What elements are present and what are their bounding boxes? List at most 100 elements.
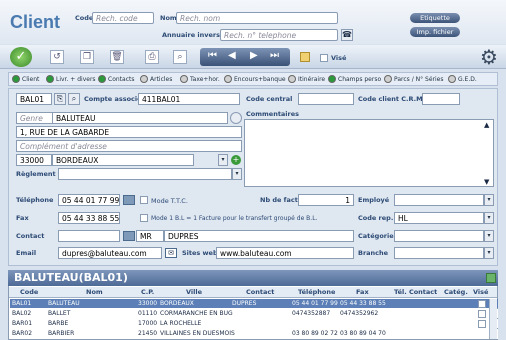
col-contact[interactable]: Contact	[246, 288, 274, 298]
grid-scrollbar[interactable]	[489, 299, 497, 339]
email-field[interactable]: dupres@baluteau.com	[58, 247, 162, 259]
contact-nom-field[interactable]: DUPRES	[164, 230, 354, 242]
table-row[interactable]: BAR02 BARBIER 21450 VILLAINES EN DUESMOI…	[10, 329, 498, 339]
tab-client[interactable]: Client	[12, 73, 39, 85]
folder-icon[interactable]	[300, 52, 310, 62]
branche-dropdown-icon[interactable]: ▾	[484, 247, 494, 259]
window-title: Client	[10, 12, 61, 32]
mode-ttc-checkbox[interactable]	[140, 196, 148, 204]
col-telephone[interactable]: Téléphone	[298, 288, 335, 298]
ville-field[interactable]: BORDEAUX	[52, 154, 194, 166]
last-record-icon[interactable]: ⏭	[270, 50, 279, 61]
results-title: BALUTEAU(BAL01)	[14, 271, 128, 284]
adresse-field[interactable]: 1, RUE DE LA GABARDE	[16, 126, 242, 138]
export-icon[interactable]	[486, 273, 496, 283]
table-row[interactable]: BAR01 BARBE 17000 LA ROCHELLE	[10, 319, 498, 328]
tab-encours-banque[interactable]: Encours+banque	[224, 73, 286, 85]
etiquette-button[interactable]: Etiquette	[410, 13, 460, 23]
ville-dropdown-icon[interactable]: ▾	[218, 154, 228, 166]
code-central-label: Code central	[246, 95, 293, 103]
reglement-dropdown-icon[interactable]: ▾	[232, 168, 242, 180]
table-row[interactable]: BAL01 BALUTEAU 33000 BORDEAUX DUPRES 05 …	[10, 299, 498, 308]
status-dot-icon	[46, 75, 54, 83]
code-rep-field[interactable]: HL	[394, 212, 484, 224]
tab-contacts[interactable]: Contacts	[98, 73, 134, 85]
reglement-label: Règlement	[16, 170, 56, 178]
tab-parcs-series[interactable]: Parcs / N° Séries	[384, 73, 443, 85]
clear-icon[interactable]	[230, 112, 242, 124]
vise-checkbox[interactable]	[320, 54, 328, 62]
reglement-field[interactable]	[58, 168, 232, 180]
fax-label: Fax	[16, 214, 29, 222]
contact-civilite-field[interactable]: MR	[136, 230, 164, 242]
contact-card-icon[interactable]	[123, 231, 135, 241]
print-icon[interactable]: ⎙	[145, 50, 159, 64]
col-categ[interactable]: Catég.	[444, 288, 468, 298]
validate-icon[interactable]: ✓	[10, 47, 32, 67]
employe-dropdown-icon[interactable]: ▾	[484, 194, 494, 206]
next-record-icon[interactable]: ▶	[250, 50, 258, 61]
telephone-field[interactable]: 05 44 01 77 99	[58, 194, 120, 206]
status-dot-icon	[288, 75, 296, 83]
search-icon[interactable]: ⌕	[173, 50, 187, 64]
compte-associe-field[interactable]: 411BAL01	[138, 93, 240, 105]
mode-bl-checkbox[interactable]	[140, 214, 148, 222]
tab-taxe-hor[interactable]: Taxe+hor.	[180, 73, 220, 85]
first-record-icon[interactable]: ⏮	[208, 50, 217, 61]
vise-row-checkbox[interactable]	[478, 300, 486, 308]
col-nom[interactable]: Nom	[86, 288, 103, 298]
tab-itineraire[interactable]: Itinéraire	[288, 73, 325, 85]
tab-livr-divers[interactable]: Livr. + divers	[46, 73, 96, 85]
col-code[interactable]: Code	[20, 288, 38, 298]
telephone-label: Téléphone	[16, 196, 54, 204]
sites-web-field[interactable]: www.baluteau.com	[216, 247, 354, 259]
scroll-up-icon[interactable]: ▲	[484, 121, 489, 129]
copy-icon[interactable]: ❐	[80, 50, 94, 64]
scroll-down-icon[interactable]: ▼	[484, 178, 489, 186]
add-ville-icon[interactable]: +	[231, 155, 241, 165]
tab-articles[interactable]: Articles	[140, 73, 172, 85]
vise-row-checkbox[interactable]	[478, 310, 486, 318]
delete-icon[interactable]: 🗑	[110, 50, 124, 64]
send-mail-icon[interactable]: ✉	[165, 248, 177, 258]
code-central-field[interactable]	[298, 93, 354, 105]
phonebook-icon[interactable]: ☎	[341, 29, 353, 41]
col-fax[interactable]: Fax	[356, 288, 369, 298]
categorie-dropdown-icon[interactable]: ▾	[484, 230, 494, 242]
table-row[interactable]: BAL02 BALLET 01110 CORMARANCHE EN BUG 04…	[10, 309, 498, 318]
mode-ttc-label: Mode T.T.C.	[151, 197, 188, 205]
categorie-field[interactable]	[394, 230, 484, 242]
code-search-input[interactable]: Rech. code	[92, 12, 154, 24]
contact-lookup-field[interactable]	[58, 230, 120, 242]
tab-champs-perso[interactable]: Champs perso	[328, 73, 381, 85]
imp-fichier-button[interactable]: Imp. fichier	[410, 27, 460, 37]
prev-record-icon[interactable]: ◀	[228, 50, 236, 61]
attach-icon[interactable]: ⎘	[54, 93, 66, 105]
new-icon[interactable]: ↺	[50, 50, 64, 64]
dial-icon[interactable]	[123, 195, 135, 205]
nom-search-input[interactable]: Rech. nom	[176, 12, 338, 24]
code-postal-field[interactable]: 33000	[16, 154, 52, 166]
fax-field[interactable]: 05 44 33 88 55	[58, 212, 120, 224]
employe-field[interactable]	[394, 194, 484, 206]
tab-ged[interactable]: G.E.D.	[448, 73, 477, 85]
col-ville[interactable]: Ville	[186, 288, 202, 298]
nb-factures-field[interactable]: 1	[298, 194, 354, 206]
annuaire-search-input[interactable]: Rech. n° telephone	[220, 29, 338, 41]
col-tel-contact[interactable]: Tél. Contact	[394, 288, 437, 298]
employe-label: Employé	[358, 196, 390, 204]
commentaires-field[interactable]	[244, 119, 494, 187]
raison-sociale-field[interactable]: BALUTEAU	[52, 112, 228, 124]
commentaires-label: Commentaires	[246, 110, 300, 118]
code-client-crm-field[interactable]	[422, 93, 460, 105]
code-rep-label: Code rep.	[358, 214, 394, 222]
complement-adresse-field[interactable]: Complément d'adresse	[16, 140, 242, 152]
settings-gear-icon[interactable]: ⚙	[478, 46, 500, 68]
code-rep-dropdown-icon[interactable]: ▾	[484, 212, 494, 224]
col-cp[interactable]: C.P.	[141, 288, 154, 298]
branche-field[interactable]	[394, 247, 484, 259]
vise-row-checkbox[interactable]	[478, 320, 486, 328]
client-code-field[interactable]: BAL01	[16, 93, 52, 105]
lookup-icon[interactable]: ⌕	[68, 93, 80, 105]
col-vise[interactable]: Visé	[473, 288, 488, 298]
